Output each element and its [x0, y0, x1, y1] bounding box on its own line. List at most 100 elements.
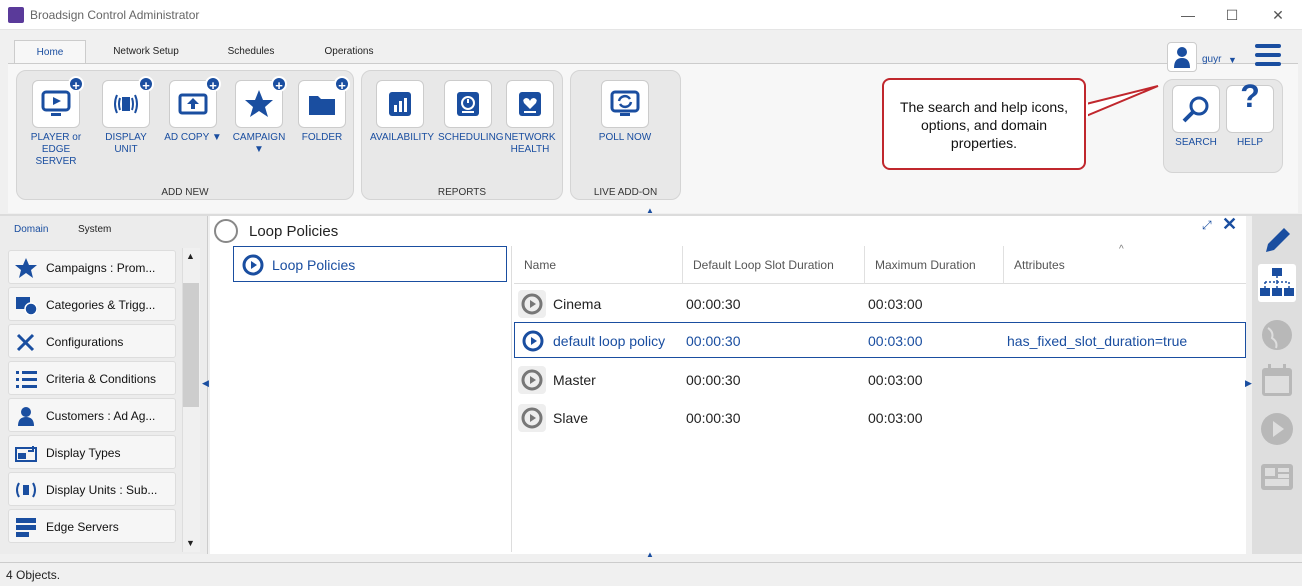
help-label: HELP [1236, 137, 1264, 148]
player-label-2: EDGE SERVER [35, 144, 77, 167]
cell-max-duration: 00:03:00 [868, 296, 923, 312]
availability-button[interactable]: AVAILABILITY [370, 80, 435, 144]
star-icon [15, 258, 37, 278]
scroll-thumb[interactable] [183, 283, 199, 407]
loop-policies-header-icon [214, 219, 238, 243]
cell-name: Cinema [553, 296, 602, 312]
user-name[interactable]: guyr [1202, 54, 1221, 65]
expand-icon[interactable]: ⤢ [1202, 218, 1212, 233]
left-navigation-panel: Domain System Campaigns : Prom... Catego… [0, 216, 208, 554]
nav-label: Campaigns : Prom... [46, 261, 156, 275]
window-title: Broadsign Control Administrator [30, 8, 200, 22]
add-player-button[interactable]: + PLAYER or EDGE SERVER [26, 76, 86, 168]
nav-item-categories[interactable]: Categories & Trigg... [8, 287, 176, 321]
nav-item-display-units[interactable]: Display Units : Sub... [8, 472, 176, 506]
loop-policy-icon [518, 290, 546, 318]
display-types-icon [15, 443, 37, 463]
column-header-default-duration[interactable]: Default Loop Slot Duration [693, 258, 834, 272]
title-bar: Broadsign Control Administrator — ☐ ✕ [0, 0, 1302, 30]
folder-label: FOLDER [301, 132, 343, 143]
status-text: 4 Objects. [6, 568, 61, 582]
search-button[interactable]: SEARCH [1166, 85, 1226, 149]
cell-default-duration: 00:00:30 [686, 296, 741, 312]
nav-label: Customers : Ad Ag... [46, 409, 156, 423]
campaign-star-icon: + [235, 76, 287, 128]
table-row[interactable]: Cinema 00:00:30 00:03:00 [514, 286, 1246, 322]
tab-home[interactable]: Home [14, 40, 86, 64]
scheduling-button[interactable]: SCHEDULING [438, 80, 504, 144]
scroll-up-icon[interactable]: ▲ [186, 251, 195, 261]
column-header-name[interactable]: Name [524, 258, 556, 272]
cell-name: default loop policy [553, 333, 666, 349]
table-row[interactable]: Master 00:00:30 00:03:00 [514, 362, 1246, 398]
splitter[interactable] [511, 246, 512, 552]
nav-item-customers[interactable]: Customers : Ad Ag... [8, 398, 176, 432]
nav-item-display-types[interactable]: Display Types [8, 435, 176, 469]
nav-item-campaigns[interactable]: Campaigns : Prom... [8, 250, 176, 284]
checklist-icon [15, 369, 37, 389]
availability-icon [376, 80, 424, 128]
user-dropdown-icon[interactable]: ▼ [1228, 55, 1237, 65]
player-icon: + [32, 76, 84, 128]
ad-copy-icon: + [169, 76, 221, 128]
calendar-icon[interactable] [1258, 362, 1296, 400]
cell-max-duration: 00:03:00 [868, 410, 923, 426]
grid-header: Name Default Loop Slot Duration Maximum … [514, 244, 1246, 284]
search-label: SEARCH [1175, 137, 1217, 148]
add-display-unit-button[interactable]: + DISPLAY UNIT [96, 76, 156, 156]
maximize-button[interactable]: ☐ [1222, 6, 1242, 24]
table-row-selected[interactable]: default loop policy 00:00:30 00:03:00 ha… [514, 322, 1246, 358]
cell-name: Slave [553, 410, 589, 426]
group-label-reports: REPORTS [437, 187, 487, 198]
dashboard-icon[interactable] [1258, 458, 1296, 496]
column-header-max-duration[interactable]: Maximum Duration [875, 258, 976, 272]
close-window-button[interactable]: ✕ [1268, 6, 1288, 24]
play-icon[interactable] [1258, 410, 1296, 448]
tab-network-setup[interactable]: Network Setup [106, 40, 186, 64]
nav-label: Configurations [46, 335, 124, 349]
cell-max-duration: 00:03:00 [868, 372, 923, 388]
hierarchy-icon[interactable] [1258, 264, 1296, 302]
ad-copy-label: AD COPY ▼ [164, 132, 222, 143]
tab-domain[interactable]: Domain [14, 224, 48, 235]
nav-item-configurations[interactable]: Configurations [8, 324, 176, 358]
column-header-attributes[interactable]: Attributes [1014, 258, 1065, 272]
server-icon [15, 517, 37, 537]
globe-icon[interactable] [1258, 316, 1296, 354]
add-ad-copy-button[interactable]: + AD COPY ▼ [163, 76, 223, 144]
campaign-label: CAMPAIGN ▼ [232, 132, 286, 155]
poll-now-button[interactable]: POLL NOW [595, 80, 655, 144]
nav-item-criteria[interactable]: Criteria & Conditions [8, 361, 176, 395]
close-panel-icon[interactable]: ✕ [1222, 214, 1237, 235]
tab-system[interactable]: System [78, 224, 111, 235]
minimize-button[interactable]: — [1178, 6, 1198, 24]
collapse-bottom-icon[interactable]: ▲ [646, 550, 654, 559]
tree-item-loop-policies[interactable]: Loop Policies [233, 246, 507, 282]
status-bar: 4 Objects. [0, 562, 1302, 586]
display-unit-label: DISPLAY UNIT [105, 132, 147, 155]
add-folder-button[interactable]: + FOLDER [292, 76, 352, 144]
nav-label: Criteria & Conditions [46, 372, 157, 386]
network-health-button[interactable]: NETWORK HEALTH [500, 80, 560, 156]
collapse-left-icon[interactable]: ◀ [202, 378, 209, 389]
loop-policy-icon [242, 254, 264, 276]
scheduling-label: SCHEDULING [438, 132, 504, 143]
tab-schedules[interactable]: Schedules [214, 40, 288, 64]
callout-pointer [1080, 85, 1159, 118]
menu-hamburger-icon[interactable] [1255, 44, 1281, 68]
cell-default-duration: 00:00:30 [686, 372, 741, 388]
scroll-down-icon[interactable]: ▼ [186, 538, 195, 548]
expand-right-icon[interactable]: ▶ [1245, 378, 1252, 389]
display-unit-icon: + [102, 76, 154, 128]
help-button[interactable]: ? HELP [1220, 80, 1280, 149]
loop-policy-icon [519, 327, 547, 355]
user-avatar[interactable] [1167, 42, 1197, 72]
cell-max-duration: 00:03:00 [868, 333, 923, 349]
edit-pencil-icon[interactable] [1258, 222, 1296, 260]
folder-icon: + [298, 76, 350, 128]
availability-label: AVAILABILITY [370, 132, 435, 143]
table-row[interactable]: Slave 00:00:30 00:03:00 [514, 400, 1246, 436]
tab-operations[interactable]: Operations [314, 40, 384, 64]
nav-item-edge-servers[interactable]: Edge Servers [8, 509, 176, 543]
add-campaign-button[interactable]: + CAMPAIGN ▼ [229, 76, 289, 156]
